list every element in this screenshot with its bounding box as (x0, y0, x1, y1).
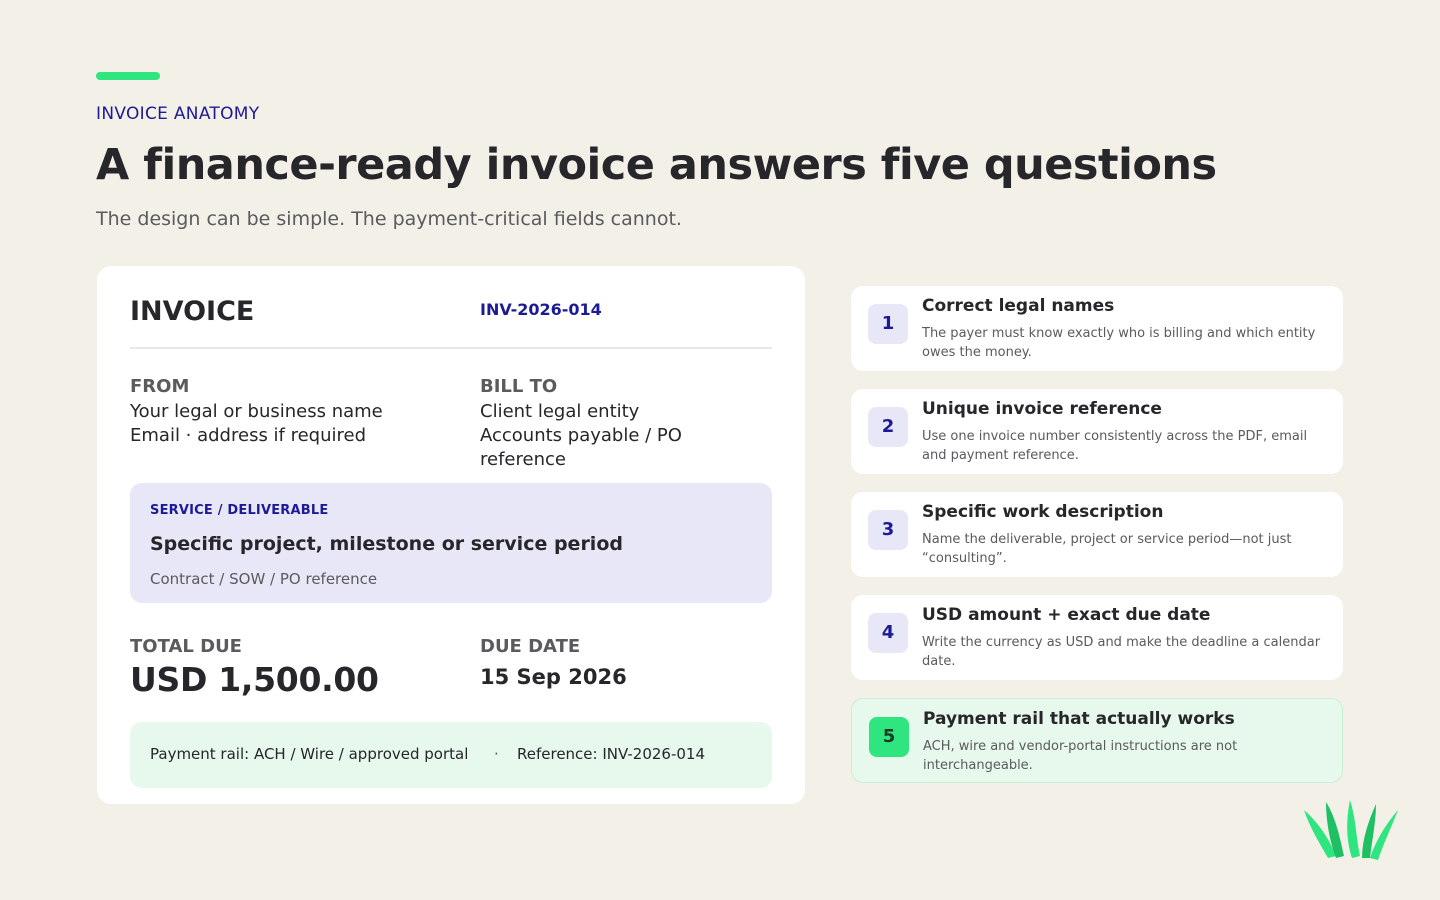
question-number-badge: 5 (869, 717, 909, 757)
question-number-badge: 3 (868, 510, 908, 550)
question-card-1: 1 Correct legal names The payer must kno… (851, 286, 1343, 371)
payment-box: Payment rail: ACH / Wire / approved port… (130, 722, 772, 788)
question-card-2: 2 Unique invoice reference Use one invoi… (851, 389, 1343, 474)
question-description: The payer must know exactly who is billi… (922, 326, 1316, 360)
question-card-3: 3 Specific work description Name the del… (851, 492, 1343, 577)
invoice-card: INVOICE INV-2026-014 FROM Your legal or … (97, 266, 805, 804)
question-card-4: 4 USD amount + exact due date Write the … (851, 595, 1343, 680)
from-contact: Email · address if required (130, 425, 367, 446)
payment-separator: · (494, 745, 499, 763)
question-title: USD amount + exact due date (922, 605, 1211, 625)
invoice-number: INV-2026-014 (480, 300, 602, 319)
page-subtitle: The design can be simple. The payment-cr… (96, 208, 682, 230)
bill-to-label: BILL TO (480, 376, 558, 397)
page-title: A finance-ready invoice answers five que… (96, 140, 1217, 190)
due-date-label: DUE DATE (480, 636, 581, 657)
question-description: Name the deliverable, project or service… (922, 532, 1292, 566)
question-title: Correct legal names (922, 296, 1115, 316)
question-card-5: 5 Payment rail that actually works ACH, … (851, 698, 1343, 783)
service-title: Specific project, milestone or service p… (150, 533, 623, 555)
total-due-value: USD 1,500.00 (130, 660, 379, 699)
question-description: Use one invoice number consistently acro… (922, 429, 1308, 463)
payment-rail: Payment rail: ACH / Wire / approved port… (150, 745, 469, 763)
from-label: FROM (130, 376, 190, 397)
question-number-badge: 1 (868, 304, 908, 344)
question-title: Unique invoice reference (922, 399, 1162, 419)
invoice-title: INVOICE (130, 296, 255, 327)
question-description: ACH, wire and vendor-portal instructions… (923, 739, 1238, 773)
service-label: SERVICE / DELIVERABLE (150, 503, 329, 518)
question-description: Write the currency as USD and make the d… (922, 635, 1321, 669)
accent-bar (96, 72, 160, 80)
invoice-divider (130, 347, 772, 349)
question-number-badge: 4 (868, 613, 908, 653)
bill-to-entity: Client legal entity (480, 401, 640, 422)
from-name: Your legal or business name (130, 401, 383, 422)
question-title: Payment rail that actually works (923, 709, 1235, 729)
leaf-sprout-logo-icon (1304, 800, 1398, 860)
due-date-value: 15 Sep 2026 (480, 665, 627, 689)
question-number-badge: 2 (868, 407, 908, 447)
service-deliverable-box: SERVICE / DELIVERABLE Specific project, … (130, 483, 772, 603)
bill-to-reference: Accounts payable / PO reference (480, 425, 682, 470)
section-eyebrow: INVOICE ANATOMY (96, 104, 260, 124)
total-due-label: TOTAL DUE (130, 636, 242, 657)
payment-reference: Reference: INV-2026-014 (517, 745, 706, 763)
question-title: Specific work description (922, 502, 1164, 522)
service-reference: Contract / SOW / PO reference (150, 570, 378, 588)
